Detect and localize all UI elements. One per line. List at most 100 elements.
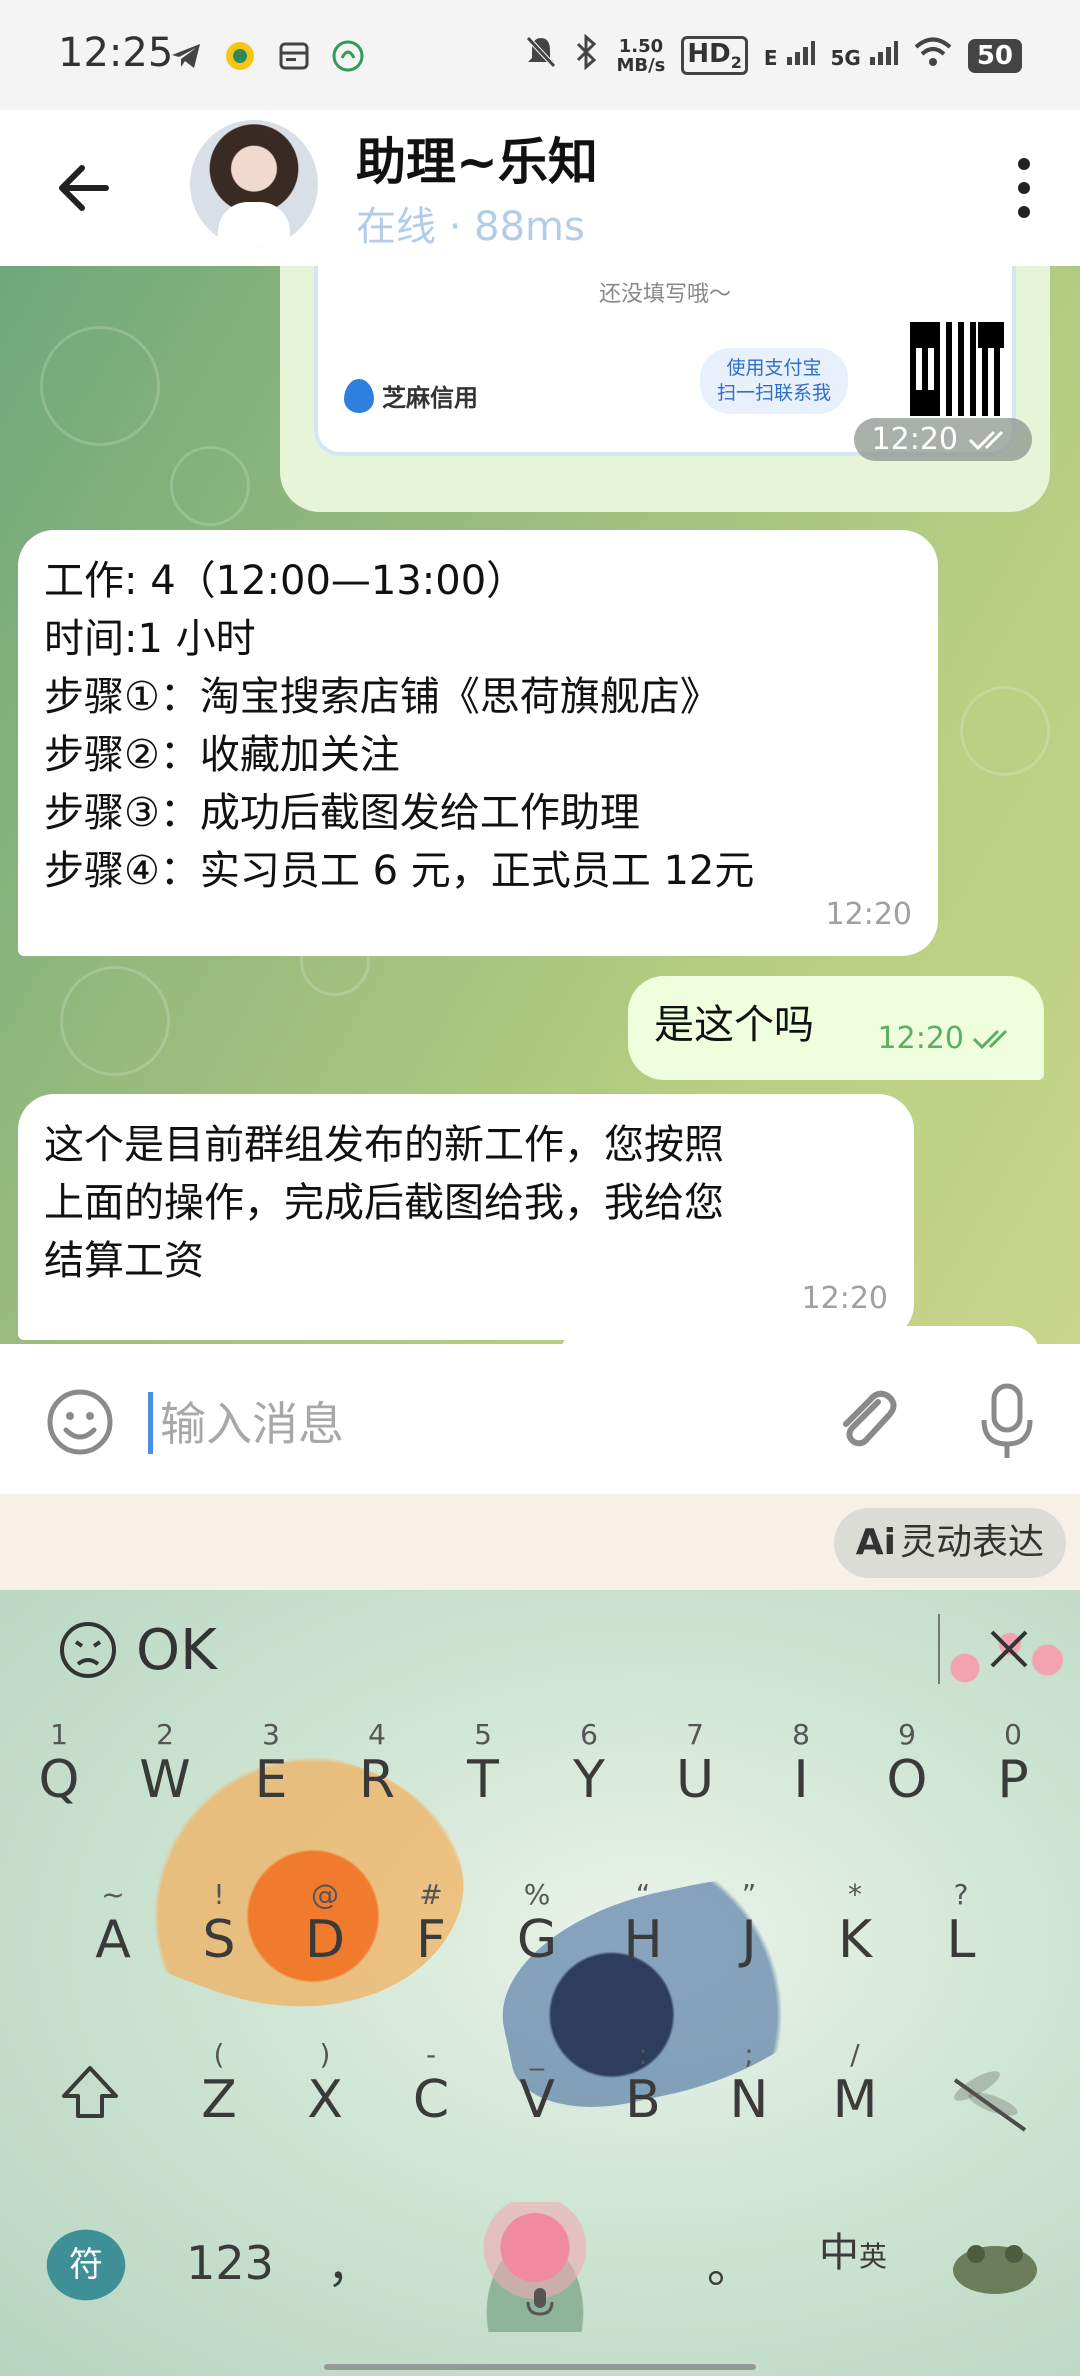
divider (938, 1614, 940, 1684)
text-cursor (148, 1392, 153, 1454)
paperclip-icon (843, 1390, 897, 1447)
bluetooth-icon (574, 33, 600, 77)
battery-indicator: 50 (967, 38, 1022, 73)
notification-icons (168, 38, 366, 74)
enter-key[interactable] (940, 2220, 1050, 2310)
outgoing-message[interactable]: 是这个吗 12:20 (628, 976, 1044, 1080)
key-e[interactable]: 3E (226, 1720, 316, 1816)
key-s[interactable]: ! S (174, 1880, 264, 1976)
message-input[interactable]: 输入消息 (160, 1388, 344, 1454)
key-l[interactable]: ? L (916, 1880, 1006, 1976)
key-z[interactable]: (Z (174, 2040, 264, 2136)
message-time: 12:20 (801, 1281, 888, 1316)
network-speed: 1.50 MB/s (616, 35, 666, 76)
signal-e-indicator: E (764, 41, 815, 70)
face-icon[interactable] (58, 1620, 118, 1680)
key-m[interactable]: / M (810, 2040, 900, 2136)
backspace-key[interactable] (930, 2060, 1050, 2140)
frog-icon (953, 2245, 1037, 2294)
ai-expression-button[interactable]: Ai 灵动表达 (833, 1508, 1066, 1578)
microphone-icon (981, 1383, 1033, 1458)
arrow-left-icon (59, 165, 109, 211)
voice-message-button[interactable] (972, 1380, 1042, 1464)
message-time: 12:20 (878, 1010, 1018, 1068)
key-b[interactable]: :B (598, 2040, 688, 2136)
key-w[interactable]: 2W (120, 1720, 210, 1816)
double-check-icon (968, 430, 1004, 450)
key-q[interactable]: 1Q (14, 1720, 104, 1816)
app-icon-yellow (222, 38, 258, 74)
language-switch-key[interactable]: 中英 (808, 2220, 898, 2310)
incoming-message[interactable]: 这个是目前群组发布的新工作，您按照 上面的操作，完成后截图给我，我给您 结算工资… (18, 1094, 914, 1340)
message-line: 步骤④：实习员工 6 元，正式员工 12元 (44, 848, 755, 894)
message-line: 步骤②：收藏加关注 (44, 732, 400, 778)
signal-5g-indicator: 5G (831, 41, 898, 70)
message-text: 是这个吗 (654, 1002, 814, 1048)
key-y[interactable]: 6Y (544, 1720, 634, 1816)
key-h[interactable]: “H (598, 1880, 688, 1976)
key-d[interactable]: @ D (280, 1880, 370, 1976)
message-line: 时间:1 小时 (44, 616, 256, 662)
status-bar: 12:25 1.50 MB/s HD2 E 5G 50 (0, 0, 1080, 110)
double-check-icon (972, 1029, 1008, 1050)
suggestion-word[interactable]: OK (136, 1618, 217, 1683)
wallet-icon (276, 38, 312, 74)
message-time: 12:20 (853, 418, 1032, 461)
wifi-icon (914, 36, 952, 75)
key-r[interactable]: 4R (332, 1720, 422, 1816)
key-o[interactable]: 9O (862, 1720, 952, 1816)
key-j[interactable]: ” J (704, 1880, 794, 1976)
mute-icon (524, 34, 558, 77)
key-f[interactable]: # F (386, 1880, 476, 1976)
avatar[interactable] (190, 120, 318, 248)
keyboard: OK 1Q 2W 3E 4R 5T 6Y 7U 8I 9O 0P ~ A ! S @… (0, 1590, 1080, 2376)
comma-key[interactable]: ， (320, 2230, 380, 2300)
chat-area[interactable]: 还没填写哦～ 芝麻信用 使用支付宝 扫一扫联系我 12:20 工作: 4（12:… (0, 266, 1080, 1344)
key-u[interactable]: 7U (650, 1720, 740, 1816)
period-key[interactable]: 。 (700, 2230, 760, 2300)
close-icon[interactable] (984, 1624, 1034, 1674)
app-icon-green (330, 38, 366, 74)
key-v[interactable]: _ V (492, 2040, 582, 2136)
symbols-key[interactable]: 符 (36, 2220, 136, 2310)
suggestion-bar: OK (0, 1590, 1080, 1720)
key-i[interactable]: 8I (756, 1720, 846, 1816)
status-time: 12:25 (58, 30, 174, 76)
microphone-icon (526, 2288, 554, 2316)
keyboard-toolbar: Ai 灵动表达 (0, 1494, 1080, 1590)
credit-card-message[interactable]: 还没填写哦～ 芝麻信用 使用支付宝 扫一扫联系我 12:20 (280, 266, 1050, 512)
message-line: 上面的操作，完成后截图给我，我给您 (44, 1180, 724, 1226)
space-key[interactable] (420, 2220, 660, 2330)
shift-key[interactable] (50, 2060, 130, 2140)
system-icons: 1.50 MB/s HD2 E 5G 50 (524, 33, 1022, 77)
home-indicator[interactable] (324, 2364, 756, 2370)
dot-icon (1018, 158, 1030, 170)
numbers-key[interactable]: 123 (170, 2236, 290, 2306)
emoji-button[interactable] (44, 1386, 116, 1458)
key-a[interactable]: ~ A (68, 1880, 158, 1976)
message-line: 步骤①：淘宝搜索店铺《思荷旗舰店》 (44, 674, 720, 720)
key-g[interactable]: % G (492, 1880, 582, 1976)
key-c[interactable]: -C (386, 2040, 476, 2136)
incoming-message[interactable]: 工作: 4（12:00—13:00） 时间:1 小时 步骤①：淘宝搜索店铺《思荷… (18, 530, 938, 956)
zhima-brand: 芝麻信用 (344, 378, 478, 413)
online-status: 在线 · 88ms (356, 204, 585, 250)
key-t[interactable]: 5T (438, 1720, 528, 1816)
card-note: 还没填写哦～ (598, 282, 731, 307)
dragonfly-icon (953, 2071, 1027, 2132)
alipay-scan-hint: 使用支付宝 扫一扫联系我 (700, 348, 848, 414)
key-k[interactable]: * K (810, 1880, 900, 1976)
back-button[interactable] (54, 158, 114, 218)
telegram-icon (168, 38, 204, 74)
message-line: 这个是目前群组发布的新工作，您按照 (44, 1122, 724, 1168)
hd-indicator: HD2 (681, 35, 748, 76)
key-p[interactable]: 0P (968, 1720, 1058, 1816)
partial-message[interactable] (560, 1326, 1040, 1344)
message-line: 结算工资 (44, 1238, 204, 1284)
message-line: 步骤③：成功后截图发给工作助理 (44, 790, 640, 836)
page-title[interactable]: 助理~乐知 (356, 122, 598, 194)
more-options-button[interactable] (1004, 152, 1044, 222)
key-x[interactable]: ) X (280, 2040, 370, 2136)
attach-button[interactable] (826, 1380, 906, 1460)
key-n[interactable]: ; N (704, 2040, 794, 2136)
